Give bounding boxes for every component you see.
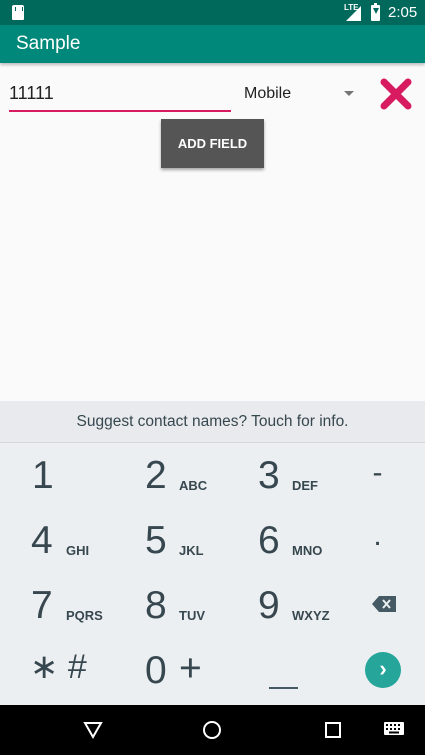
key-digit: 7 bbox=[31, 584, 53, 627]
key-digit: 6 bbox=[258, 519, 280, 562]
suggestion-bar[interactable]: Suggest contact names? Touch for info. bbox=[0, 401, 425, 443]
key-letters: GHI bbox=[66, 543, 90, 558]
key-4[interactable]: 4 GHI bbox=[0, 511, 106, 575]
app-bar: Sample bbox=[0, 25, 425, 63]
go-button[interactable]: › bbox=[365, 652, 401, 688]
key-7[interactable]: 7 PQRS bbox=[0, 576, 106, 640]
key-2[interactable]: 2 ABC bbox=[106, 446, 212, 510]
back-button[interactable] bbox=[83, 720, 103, 745]
space-key[interactable] bbox=[212, 641, 318, 705]
key-digit: 5 bbox=[145, 519, 167, 562]
key-8[interactable]: 8 TUV bbox=[106, 576, 212, 640]
add-field-button[interactable]: ADD FIELD bbox=[161, 119, 264, 168]
home-button[interactable] bbox=[202, 720, 222, 745]
key-star-hash[interactable]: ∗ # bbox=[0, 641, 106, 705]
battery-charging-icon bbox=[371, 3, 380, 21]
key-9[interactable]: 9 WXYZ bbox=[212, 576, 330, 640]
navigation-bar bbox=[0, 705, 425, 755]
numeric-keyboard: Suggest contact names? Touch for info. 1… bbox=[0, 401, 425, 705]
sd-card-icon bbox=[12, 5, 24, 20]
space-bar-icon bbox=[269, 687, 298, 689]
key-letters: DEF bbox=[292, 478, 318, 493]
key-symbol: - bbox=[372, 456, 383, 489]
key-letters: ABC bbox=[179, 478, 208, 493]
phone-type-spinner[interactable]: Mobile bbox=[244, 80, 356, 108]
key-letters: TUV bbox=[179, 608, 205, 623]
app-title: Sample bbox=[16, 33, 81, 54]
delete-field-button[interactable] bbox=[380, 78, 412, 110]
key-digit: 1 bbox=[32, 454, 54, 497]
key-0[interactable]: 0 + bbox=[106, 641, 212, 705]
key-digit: 3 bbox=[258, 454, 280, 497]
key-plus-symbol: + bbox=[179, 647, 202, 690]
key-letters: WXYZ bbox=[292, 608, 330, 623]
key-letters: PQRS bbox=[66, 608, 103, 623]
key-digit: 4 bbox=[31, 519, 53, 562]
key-digit: 2 bbox=[145, 454, 167, 497]
status-bar: LTE 2:05 bbox=[0, 0, 425, 25]
chevron-right-icon: › bbox=[379, 656, 387, 681]
key-letters: MNO bbox=[292, 543, 323, 558]
phone-type-value: Mobile bbox=[244, 85, 292, 102]
key-6[interactable]: 6 MNO bbox=[212, 511, 322, 575]
recents-icon bbox=[325, 722, 341, 738]
key-1[interactable]: 1 bbox=[0, 446, 106, 510]
status-time: 2:05 bbox=[388, 4, 418, 21]
dropdown-arrow-icon bbox=[344, 91, 354, 96]
home-icon bbox=[203, 721, 221, 739]
key-5[interactable]: 5 JKL bbox=[106, 511, 212, 575]
key-symbol: . bbox=[373, 519, 382, 552]
signal-icon bbox=[346, 6, 361, 21]
backspace-icon bbox=[372, 596, 396, 612]
keyboard-icon bbox=[384, 722, 404, 735]
recents-button[interactable] bbox=[323, 720, 343, 745]
back-icon bbox=[83, 722, 103, 740]
close-icon bbox=[380, 78, 412, 110]
key-letters: JKL bbox=[179, 543, 204, 558]
phone-number-input[interactable] bbox=[9, 80, 231, 112]
key-minus[interactable]: - bbox=[330, 446, 425, 510]
key-digit: 8 bbox=[145, 584, 167, 627]
keyboard-switch-button[interactable] bbox=[383, 721, 405, 742]
backspace-key[interactable] bbox=[372, 596, 396, 617]
key-digit: 9 bbox=[258, 584, 280, 627]
key-digit: 0 bbox=[145, 649, 167, 692]
key-period[interactable]: . bbox=[330, 511, 425, 575]
key-symbol: ∗ # bbox=[30, 648, 87, 686]
key-3[interactable]: 3 DEF bbox=[212, 446, 318, 510]
